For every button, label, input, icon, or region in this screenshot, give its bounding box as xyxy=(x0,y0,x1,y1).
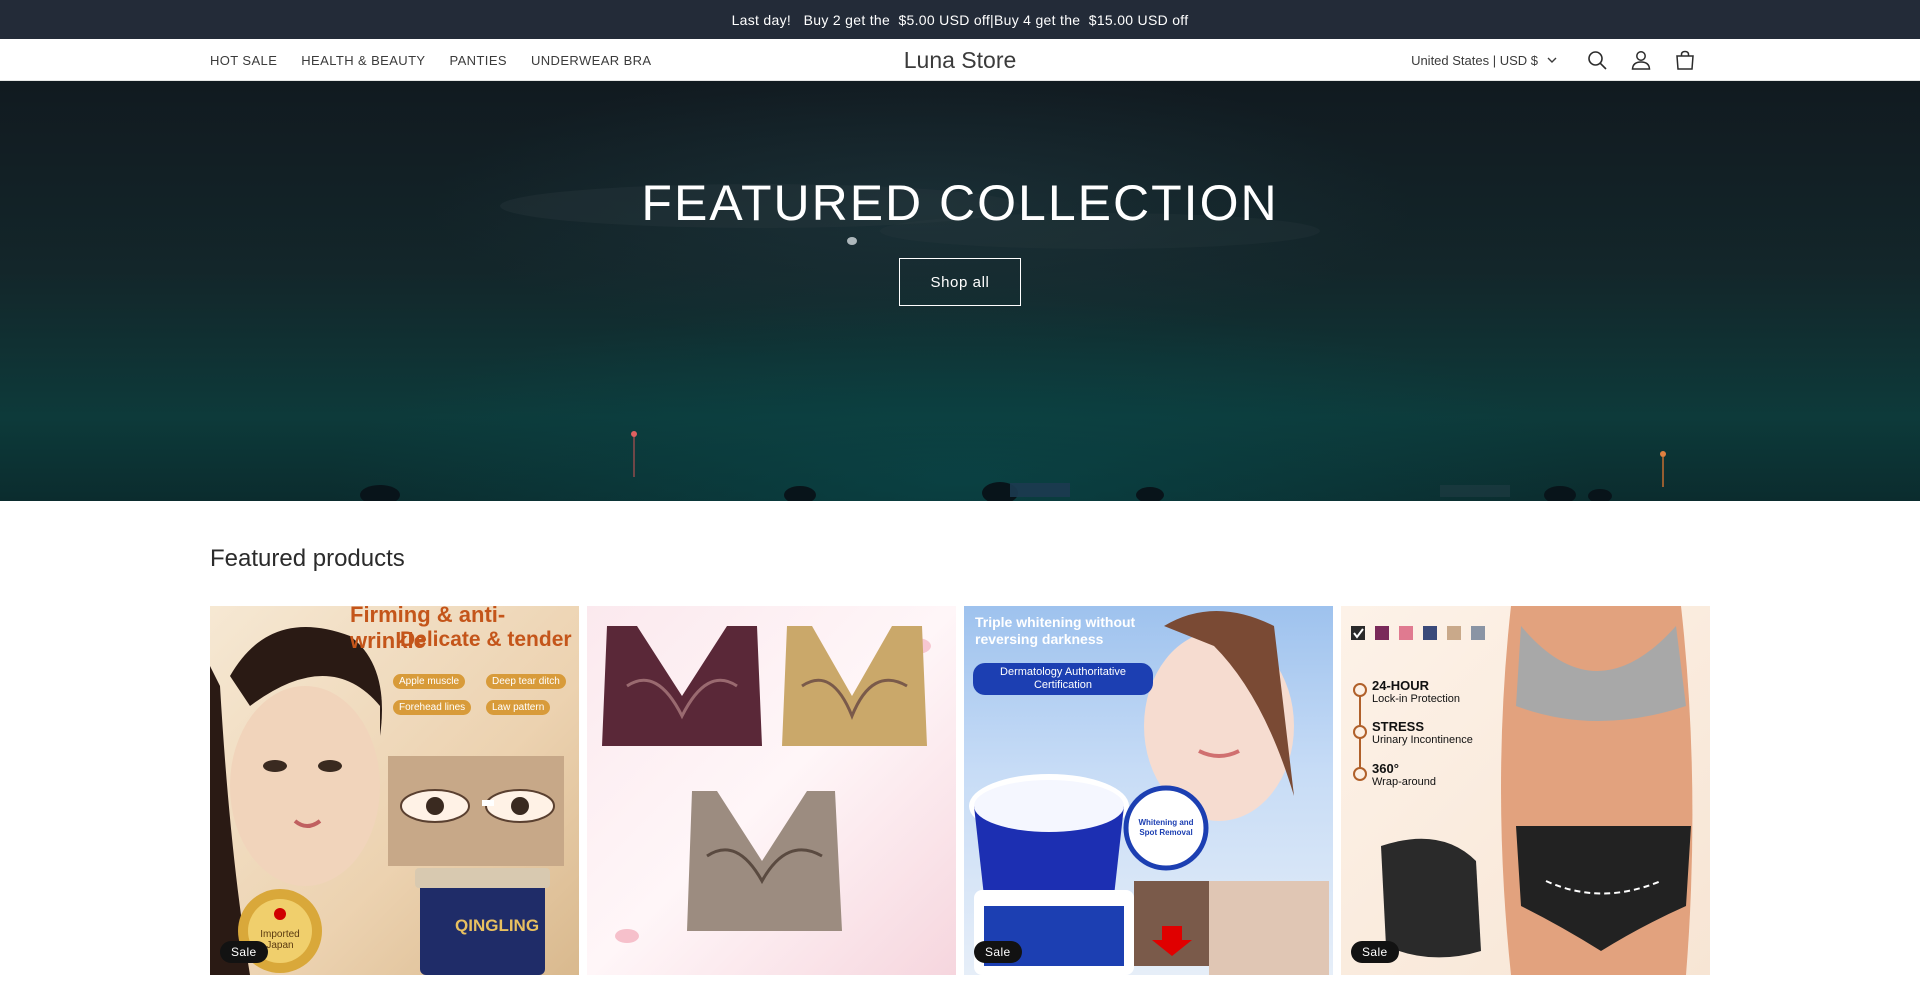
product-1-tag2: Deep tear ditch xyxy=(486,674,566,689)
store-name[interactable]: Luna Store xyxy=(904,47,1017,74)
search-icon xyxy=(1588,51,1607,70)
announcement-text: Last day! Buy 2 get the $5.00 USD off|Bu… xyxy=(731,11,1189,28)
product-image-4 xyxy=(1351,606,1693,975)
product-3-pill: Dermatology Authoritative Certification xyxy=(973,663,1153,695)
cart-icon xyxy=(1676,50,1694,70)
product-4-feature3-sub: Wrap-around xyxy=(1372,776,1436,788)
product-card-2[interactable] xyxy=(587,606,956,975)
product-1-tag1: Apple muscle xyxy=(393,674,466,689)
featured-products-heading: Featured products xyxy=(210,545,405,572)
product-card-4[interactable]: 24-HOUR Lock-in Protection STRESS Urinar… xyxy=(1341,606,1710,975)
announcement-bar: Last day! Buy 2 get the $5.00 USD off|Bu… xyxy=(0,0,1920,39)
product-1-headline2: Delicate & tender xyxy=(400,628,572,651)
product-card-1[interactable]: Firming & anti-wrinkle Delicate & tender… xyxy=(210,606,579,975)
product-4-feature2-title: STRESS xyxy=(1372,719,1425,734)
header-actions: United States | USD $ xyxy=(1411,39,1707,81)
product-4-feature1-title: 24-HOUR xyxy=(1372,678,1430,693)
site-header: Luna Store HOT SALE HEALTH & BEAUTY PANT… xyxy=(0,39,1920,81)
product-1-tag4: Law pattern xyxy=(486,700,551,715)
sale-badge: Sale xyxy=(974,941,1022,963)
product-3-headline: Triple whitening without reversing darkn… xyxy=(975,614,1136,647)
product-image-2 xyxy=(602,626,931,943)
product-1-jar-label: QINGLING xyxy=(455,916,540,935)
hero-title: FEATURED COLLECTION xyxy=(641,175,1279,231)
nav-health-beauty[interactable]: HEALTH & BEAUTY xyxy=(301,53,425,68)
sale-badge: Sale xyxy=(1351,941,1399,963)
search-button[interactable] xyxy=(1575,39,1619,81)
product-image-3 xyxy=(969,611,1329,975)
nav-underwear-bra[interactable]: UNDERWEAR BRA xyxy=(531,53,652,68)
product-card-3[interactable]: Triple whitening without reversing darkn… xyxy=(964,606,1333,975)
nav-panties[interactable]: PANTIES xyxy=(450,53,507,68)
product-1-tag3: Forehead lines xyxy=(393,700,472,715)
sale-badge: Sale xyxy=(220,941,268,963)
chevron-down-icon xyxy=(1547,57,1557,63)
cart-button[interactable] xyxy=(1663,39,1707,81)
product-4-feature1-sub: Lock-in Protection xyxy=(1372,693,1461,705)
country-selector[interactable]: United States | USD $ xyxy=(1411,53,1557,68)
product-4-feature3-title: 360° xyxy=(1372,761,1399,776)
account-button[interactable] xyxy=(1619,39,1663,81)
account-icon xyxy=(1631,51,1651,70)
nav-hot-sale[interactable]: HOT SALE xyxy=(210,53,277,68)
main-nav: HOT SALE HEALTH & BEAUTY PANTIES UNDERWE… xyxy=(210,39,652,81)
shop-all-button[interactable]: Shop all xyxy=(899,258,1021,306)
hero-banner: FEATURED COLLECTION Shop all xyxy=(0,81,1920,501)
product-3-circle-text: Whitening and Spot Removal xyxy=(1138,818,1194,837)
country-label: United States | USD $ xyxy=(1411,52,1538,68)
product-4-feature2-sub: Urinary Incontinence xyxy=(1372,734,1473,746)
